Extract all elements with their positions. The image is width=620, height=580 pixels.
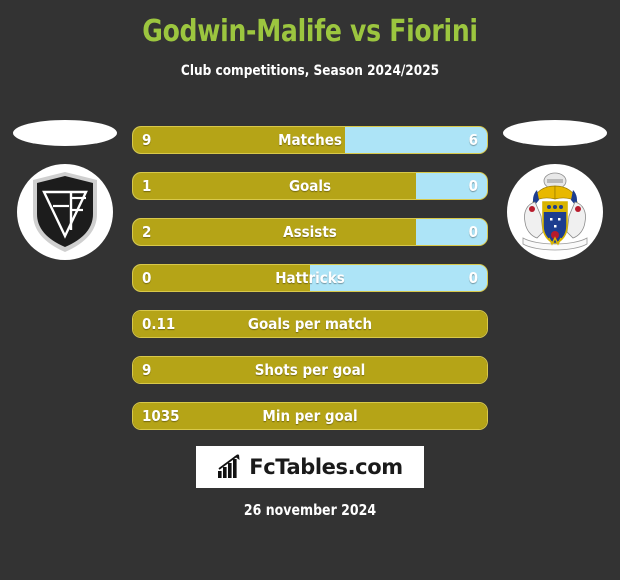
stat-row-goals: 1 Goals 0 (132, 172, 488, 200)
page-title: Godwin-Malife vs Fiorini (142, 14, 478, 49)
stat-bar-home-fill (133, 265, 310, 291)
stat-row-assists: 2 Assists 0 (132, 218, 488, 246)
stat-row-goals-per-match: 0.11 Goals per match (132, 310, 488, 338)
away-team-crest (522, 172, 588, 251)
date-label: 26 november 2024 (243, 501, 377, 519)
brand-name: FcTables.com (249, 455, 403, 479)
stat-row-min-per-goal: 1035 Min per goal (132, 402, 488, 430)
home-logo-top-oval (13, 120, 117, 146)
stat-row-shots-per-goal: 9 Shots per goal (132, 356, 488, 384)
stat-comparison-card: Godwin-Malife vs Fiorini Club competitio… (0, 0, 620, 580)
stats-bar-list: 9 Matches 6 1 Goals 0 2 Assists 0 0 Hatt… (132, 126, 488, 448)
stat-bar-home-fill (133, 403, 487, 429)
home-team-crest (33, 172, 97, 252)
stat-bar-track (132, 218, 488, 246)
stat-row-matches: 9 Matches 6 (132, 126, 488, 154)
page-subtitle: Club competitions, Season 2024/2025 (180, 63, 440, 79)
stat-bar-track (132, 264, 488, 292)
home-team-logo (5, 108, 125, 283)
stat-bar-track (132, 126, 488, 154)
away-logo-top-oval (503, 120, 607, 146)
stat-bar-home-fill (133, 357, 487, 383)
stat-bar-away-fill (416, 173, 487, 199)
stat-bar-track (132, 356, 488, 384)
stat-bar-home-fill (133, 311, 487, 337)
brand-logo[interactable]: FcTables.com (196, 446, 424, 488)
stat-bar-home-fill (133, 173, 417, 199)
stat-bar-home-fill (133, 219, 417, 245)
stat-bar-away-fill (416, 219, 487, 245)
stat-bar-track (132, 172, 488, 200)
stat-bar-home-fill (133, 127, 346, 153)
away-team-logo (495, 108, 615, 283)
bar-chart-arrow-icon (218, 454, 240, 478)
stat-bar-away-fill (310, 265, 487, 291)
stat-row-hattricks: 0 Hattricks 0 (132, 264, 488, 292)
stat-bar-track (132, 310, 488, 338)
stat-bar-track (132, 402, 488, 430)
stat-bar-away-fill (345, 127, 487, 153)
